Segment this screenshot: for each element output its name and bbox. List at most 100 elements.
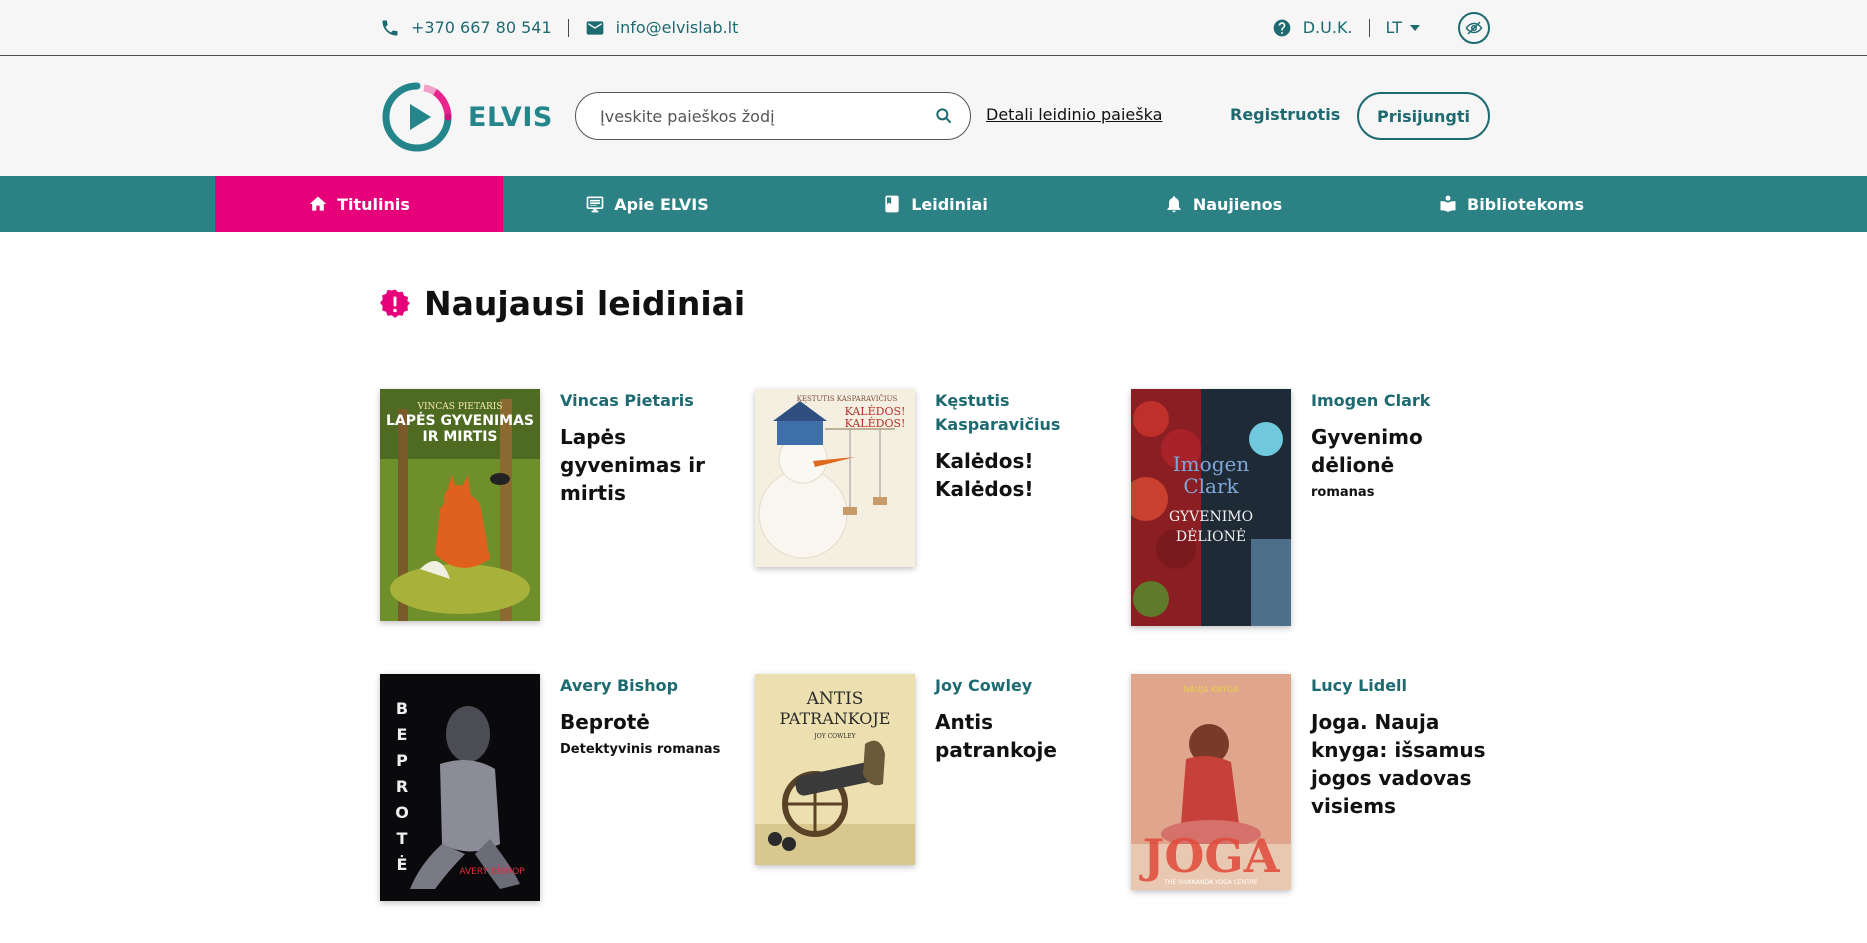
book-title[interactable]: Gyvenimo dėlionė (1311, 423, 1501, 479)
svg-text:P: P (396, 751, 408, 770)
book-author[interactable]: Lucy Lidell (1311, 674, 1491, 698)
phone-icon (382, 20, 398, 35)
book-author[interactable]: Imogen Clark (1311, 389, 1501, 413)
book-author[interactable]: Avery Bishop (560, 674, 740, 698)
book-author[interactable]: Joy Cowley (935, 674, 1115, 698)
book-cover-image: B E P R O T Ė AVERY BISHOP (380, 674, 540, 901)
main-navigation: Titulinis Apie ELVIS Leidiniai Naujienos… (0, 176, 1867, 232)
svg-text:B: B (396, 699, 408, 718)
language-selector[interactable]: LT (1386, 18, 1420, 37)
book-cover-image: NAUJA KNYGA JOGA THE SIVANANDA YOGA CENT… (1131, 674, 1291, 890)
svg-text:THE SIVANANDA YOGA CENTRE: THE SIVANANDA YOGA CENTRE (1163, 879, 1258, 886)
svg-text:PATRANKOJE: PATRANKOJE (780, 709, 891, 728)
book-card[interactable]: VINCAS PIETARIS LAPĖS GYVENIMAS IR MIRTI… (380, 389, 740, 621)
svg-text:GYVENIMO: GYVENIMO (1169, 509, 1253, 525)
book-title[interactable]: Beprotė (560, 708, 740, 736)
svg-text:ANTIS: ANTIS (806, 689, 864, 709)
home-icon (309, 196, 327, 211)
book-subtitle: romanas (1311, 485, 1375, 500)
section-heading: Naujausi leidiniai (380, 284, 745, 323)
book-cover[interactable]: VINCAS PIETARIS LAPĖS GYVENIMAS IR MIRTI… (380, 389, 540, 621)
book-title[interactable]: Kalėdos! Kalėdos! (935, 447, 1115, 503)
svg-text:Ė: Ė (397, 855, 408, 874)
book-card[interactable]: Imogen Clark GYVENIMO DĖLIONĖ Imogen Cla… (1131, 389, 1501, 626)
book-author[interactable]: Vincas Pietaris (560, 389, 740, 413)
search-input[interactable] (600, 106, 934, 126)
elvis-logo[interactable]: ELVIS (380, 80, 553, 154)
svg-text:VINCAS PIETARIS: VINCAS PIETARIS (416, 402, 502, 412)
book-cover-image: VINCAS PIETARIS LAPĖS GYVENIMAS IR MIRTI… (380, 389, 540, 621)
nav-label: Titulinis (337, 194, 410, 214)
nav-item-leidiniai[interactable]: Leidiniai (791, 176, 1079, 232)
svg-text:NAUJA KNYGA: NAUJA KNYGA (1183, 685, 1239, 694)
register-link[interactable]: Registruotis (1230, 105, 1340, 124)
login-button[interactable]: Prisijungti (1357, 92, 1490, 140)
email-link[interactable]: info@elvislab.lt (585, 18, 739, 38)
search-icon[interactable] (934, 106, 954, 126)
svg-text:LAPĖS GYVENIMAS: LAPĖS GYVENIMAS (386, 412, 534, 429)
nav-item-bibliotekoms[interactable]: Bibliotekoms (1367, 176, 1655, 232)
alert-badge-icon (380, 289, 410, 318)
nav-label: Naujienos (1192, 194, 1283, 214)
faq-label: D.U.K. (1302, 18, 1353, 37)
svg-text:KĘSTUTIS KASPARAVIČIUS: KĘSTUTIS KASPARAVIČIUS (797, 394, 898, 403)
svg-text:R: R (396, 777, 408, 796)
svg-text:T: T (397, 829, 408, 848)
divider (567, 18, 569, 37)
nav-item-titulinis[interactable]: Titulinis (215, 176, 503, 232)
email-address: info@elvislab.lt (615, 18, 739, 37)
svg-text:Imogen: Imogen (1173, 452, 1250, 476)
book-cover[interactable]: ANTIS PATRANKOJE JOY COWLEY (755, 674, 915, 865)
nav-item-apie-elvis[interactable]: Apie ELVIS (503, 176, 791, 232)
advanced-search-link[interactable]: Detali leidinio paieška (986, 105, 1162, 124)
book-cover[interactable]: Imogen Clark GYVENIMO DĖLIONĖ (1131, 389, 1291, 626)
language-label: LT (1385, 18, 1402, 37)
book-cover-image: KĘSTUTIS KASPARAVIČIUS KALĖDOS! KALĖDOS! (755, 389, 915, 567)
book-cover[interactable]: KĘSTUTIS KASPARAVIČIUS KALĖDOS! KALĖDOS! (755, 389, 915, 567)
section-title: Naujausi leidiniai (424, 284, 746, 323)
main-content: Naujausi leidiniai VINCAS PIETARIS LAPĖS… (0, 232, 1867, 943)
phone-link[interactable]: +370 667 80 541 (380, 18, 552, 38)
book-card[interactable]: KĘSTUTIS KASPARAVIČIUS KALĖDOS! KALĖDOS!… (755, 389, 1115, 567)
eye-off-icon (1465, 20, 1483, 35)
reader-icon (1440, 195, 1456, 213)
book-cover[interactable]: NAUJA KNYGA JOGA THE SIVANANDA YOGA CENT… (1131, 674, 1291, 890)
accessibility-toggle-button[interactable] (1458, 11, 1490, 44)
bell-icon (1167, 196, 1181, 213)
book-cover[interactable]: B E P R O T Ė AVERY BISHOP (380, 674, 540, 901)
book-icon (885, 195, 899, 213)
book-title[interactable]: Antis patrankoje (935, 708, 1115, 764)
svg-text:DĖLIONĖ: DĖLIONĖ (1176, 527, 1246, 545)
divider (1368, 18, 1370, 37)
svg-text:JOGA: JOGA (1139, 829, 1281, 883)
nav-label: Apie ELVIS (614, 194, 709, 214)
svg-text:E: E (397, 725, 408, 744)
site-header: ELVIS Detali leidinio paieška Registruot… (0, 56, 1867, 176)
svg-text:Clark: Clark (1183, 474, 1239, 498)
book-card[interactable]: B E P R O T Ė AVERY BISHOP Avery Bishop … (380, 674, 740, 901)
play-logo-icon (382, 82, 452, 152)
svg-text:KALĖDOS!: KALĖDOS! (845, 404, 906, 418)
nav-label: Leidiniai (911, 194, 988, 214)
book-author[interactable]: Kęstutis Kasparavičius (935, 389, 1115, 437)
book-cover-image: Imogen Clark GYVENIMO DĖLIONĖ (1131, 389, 1291, 626)
faq-link[interactable]: D.U.K. (1272, 18, 1353, 38)
caret-down-icon (1410, 24, 1420, 31)
top-utility-bar: +370 667 80 541 info@elvislab.lt D.U.K. … (0, 0, 1867, 56)
search-box (575, 92, 971, 140)
book-title[interactable]: Lapės gyvenimas ir mirtis (560, 423, 740, 507)
mail-icon (586, 20, 603, 35)
book-card[interactable]: NAUJA KNYGA JOGA THE SIVANANDA YOGA CENT… (1131, 674, 1491, 890)
help-circle-icon (1273, 19, 1291, 36)
book-title[interactable]: Joga. Nauja knyga: išsamus jogos vadovas… (1311, 708, 1491, 820)
book-cover-image: ANTIS PATRANKOJE JOY COWLEY (755, 674, 915, 865)
svg-text:IR MIRTIS: IR MIRTIS (423, 429, 498, 445)
phone-number: +370 667 80 541 (411, 18, 552, 37)
text-box-icon (586, 196, 604, 213)
book-card[interactable]: ANTIS PATRANKOJE JOY COWLEY Joy Cowley A… (755, 674, 1115, 865)
logo-text: ELVIS (468, 101, 553, 133)
svg-text:O: O (395, 803, 409, 822)
nav-item-naujienos[interactable]: Naujienos (1079, 176, 1367, 232)
svg-text:AVERY BISHOP: AVERY BISHOP (459, 867, 525, 877)
book-subtitle: Detektyvinis romanas (560, 742, 721, 757)
